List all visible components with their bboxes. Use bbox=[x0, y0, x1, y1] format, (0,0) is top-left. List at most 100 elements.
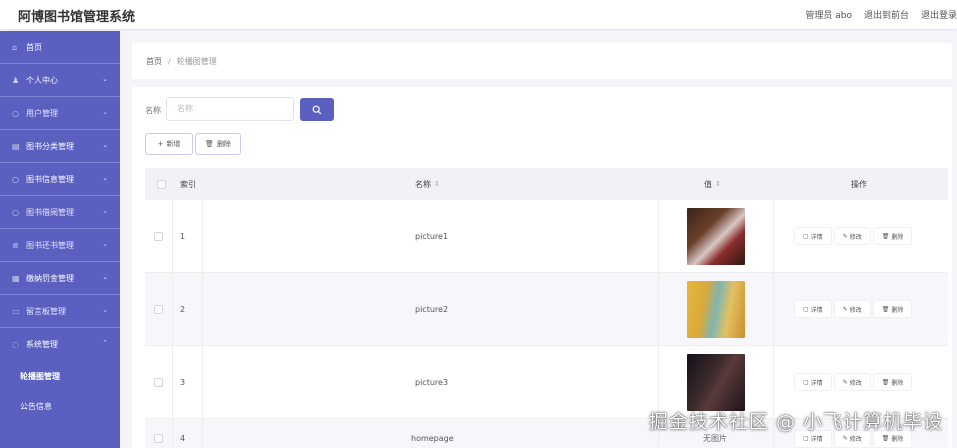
delete-label: 删除 bbox=[891, 233, 904, 241]
detail-label: 详情 bbox=[810, 306, 823, 314]
row-checkbox-cell bbox=[154, 273, 163, 345]
sidebar-subitem-announcement[interactable]: 公告信息 bbox=[0, 391, 120, 421]
batch-delete-button[interactable]: 🗑 删除 bbox=[195, 133, 241, 155]
select-all-checkbox[interactable] bbox=[157, 179, 166, 189]
exit-to-front-link[interactable]: 退出到前台 bbox=[864, 8, 909, 21]
breadcrumb: 首页 / 轮播图管理 bbox=[132, 43, 952, 79]
sidebar-item-label: 图书借阅管理 bbox=[26, 207, 74, 217]
row-name: picture3 bbox=[415, 377, 449, 387]
carousel-image bbox=[687, 207, 745, 265]
main-content: 首页 / 轮播图管理 名称 名称 + 新增 🗑 删除 索引 名称 ⇕ 值 ⇕ 操… bbox=[120, 31, 957, 448]
delete-label: 删除 bbox=[891, 379, 904, 387]
chevron-down-icon: ⌄ bbox=[102, 108, 108, 116]
delete-button-label: 删除 bbox=[216, 140, 231, 148]
row-index: 2 bbox=[180, 304, 186, 314]
table-panel: 名称 名称 + 新增 🗑 删除 索引 名称 ⇕ 值 ⇕ 操作 1 picture… bbox=[132, 87, 952, 448]
trash-icon: 🗑 bbox=[881, 435, 890, 442]
sidebar-item-label: 个人中心 bbox=[26, 75, 58, 85]
breadcrumb-home[interactable]: 首页 bbox=[146, 56, 162, 67]
add-button-label: 新增 bbox=[166, 140, 181, 148]
detail-label: 详情 bbox=[810, 436, 823, 443]
row-index: 1 bbox=[180, 231, 186, 241]
select-all-cell bbox=[157, 168, 166, 200]
row-checkbox[interactable] bbox=[154, 377, 163, 387]
row-checkbox[interactable] bbox=[154, 231, 163, 241]
edit-button[interactable]: ✎ 修改 bbox=[834, 301, 870, 317]
category-icon: ▤ bbox=[12, 141, 20, 151]
watermark: 掘金技术社区 @ 小飞计算机毕设 bbox=[648, 411, 943, 433]
sidebar-subitem-carousel[interactable]: 轮播图管理 bbox=[0, 361, 120, 391]
sidebar-item-personal-center[interactable]: ♟ 个人中心 ⌄ bbox=[0, 64, 120, 97]
trash-icon: 🗑 bbox=[881, 378, 890, 386]
sidebar-item-user-management[interactable]: ○ 用户管理 ⌄ bbox=[0, 97, 120, 130]
carousel-image bbox=[687, 280, 745, 338]
sidebar-item-book-category[interactable]: ▤ 图书分类管理 ⌄ bbox=[0, 130, 120, 163]
chevron-down-icon: ⌄ bbox=[102, 306, 108, 314]
search-input[interactable]: 名称 bbox=[166, 97, 294, 121]
detail-button[interactable]: ▢ 详情 bbox=[795, 228, 831, 244]
trash-icon: 🗑 bbox=[881, 232, 890, 240]
edit-button[interactable]: ✎ 修改 bbox=[834, 374, 870, 390]
search-label: 名称 bbox=[145, 106, 161, 115]
search-button[interactable] bbox=[300, 98, 334, 121]
sidebar-item-label: 留言板管理 bbox=[26, 306, 66, 316]
delete-button[interactable]: 🗑 删除 bbox=[873, 228, 912, 244]
system-icon: ◌ bbox=[12, 340, 19, 349]
edit-icon: ✎ bbox=[842, 232, 848, 240]
sidebar-item-book-borrow[interactable]: ○ 图书借阅管理 ⌄ bbox=[0, 196, 120, 229]
chevron-up-icon: ⌃ bbox=[102, 339, 108, 347]
detail-icon: ▢ bbox=[803, 435, 809, 442]
sidebar-item-system[interactable]: ◌ 系统管理 ⌃ bbox=[0, 328, 120, 361]
row-name: picture1 bbox=[415, 231, 449, 241]
detail-button[interactable]: ▢ 详情 bbox=[795, 374, 831, 390]
table-row: 1 picture1 ▢ 详情 ✎ 修改 🗑 删除 bbox=[145, 200, 948, 273]
row-checkbox-cell bbox=[154, 200, 163, 272]
logout-link[interactable]: 退出登录 bbox=[921, 8, 957, 21]
chevron-down-icon: ⌄ bbox=[102, 174, 108, 182]
chevron-down-icon: ⌄ bbox=[102, 273, 108, 281]
edit-icon: ✎ bbox=[842, 378, 848, 386]
header-name-label: 名称 bbox=[415, 179, 431, 189]
current-user: 管理员 abo bbox=[805, 11, 852, 21]
header-name[interactable]: 名称 ⇕ bbox=[415, 168, 440, 200]
row-image-cell bbox=[687, 273, 745, 345]
sidebar-item-label: 缴纳罚金管理 bbox=[26, 273, 74, 283]
row-actions: ▢ 详情 ✎ 修改 🗑 删除 bbox=[795, 200, 912, 272]
chevron-down-icon: ⌄ bbox=[102, 240, 108, 248]
detail-icon: ▢ bbox=[803, 378, 809, 386]
edit-button[interactable]: ✎ 修改 bbox=[834, 228, 870, 244]
header-value[interactable]: 值 ⇕ bbox=[704, 168, 721, 200]
add-button[interactable]: + 新增 bbox=[145, 133, 193, 155]
sidebar-item-message-board[interactable]: ▭ 留言板管理 ⌄ bbox=[0, 295, 120, 328]
sidebar-item-book-return[interactable]: ⊗ 图书还书管理 ⌄ bbox=[0, 229, 120, 262]
table-row: 2 picture2 ▢ 详情 ✎ 修改 🗑 删除 bbox=[145, 273, 948, 346]
sort-icon[interactable]: ⇕ bbox=[434, 180, 440, 188]
sort-icon[interactable]: ⇕ bbox=[715, 180, 721, 188]
chevron-down-icon: ⌄ bbox=[102, 207, 108, 215]
search-icon bbox=[312, 105, 322, 114]
row-name: picture2 bbox=[415, 304, 449, 314]
detail-label: 详情 bbox=[810, 233, 823, 241]
row-index: 4 bbox=[180, 434, 186, 443]
app-title: 阿博图书馆管理系统 bbox=[18, 10, 136, 25]
sidebar-item-fine-payment[interactable]: ▦ 缴纳罚金管理 ⌄ bbox=[0, 262, 120, 295]
breadcrumb-current: 轮播图管理 bbox=[176, 56, 217, 66]
users-icon: ○ bbox=[12, 108, 19, 118]
detail-button[interactable]: ▢ 详情 bbox=[795, 301, 831, 317]
user-icon: ♟ bbox=[12, 75, 20, 85]
return-icon: ⊗ bbox=[12, 240, 19, 250]
trash-icon: 🗑 bbox=[881, 305, 890, 313]
breadcrumb-separator: / bbox=[168, 56, 171, 66]
sidebar-item-home[interactable]: ⌂ 首页 bbox=[0, 31, 120, 64]
sidebar: ⌂ 首页 ♟ 个人中心 ⌄ ○ 用户管理 ⌄ ▤ 图书分类管理 ⌄ ○ 图书信息… bbox=[0, 31, 120, 448]
row-index: 3 bbox=[180, 377, 186, 387]
row-actions: ▢ 详情 ✎ 修改 🗑 删除 bbox=[795, 273, 912, 345]
top-bar: 阿博图书馆管理系统 管理员 abo 退出到前台 退出登录 bbox=[0, 0, 957, 30]
sidebar-item-book-info[interactable]: ○ 图书信息管理 ⌄ bbox=[0, 163, 120, 196]
delete-button[interactable]: 🗑 删除 bbox=[873, 374, 912, 390]
data-table: 索引 名称 ⇕ 值 ⇕ 操作 1 picture1 ▢ 详情 ✎ 修改 🗑 删除… bbox=[145, 168, 948, 448]
delete-button[interactable]: 🗑 删除 bbox=[873, 301, 912, 317]
row-checkbox[interactable] bbox=[154, 304, 163, 314]
edit-label: 修改 bbox=[849, 306, 862, 314]
row-checkbox[interactable] bbox=[154, 434, 163, 443]
